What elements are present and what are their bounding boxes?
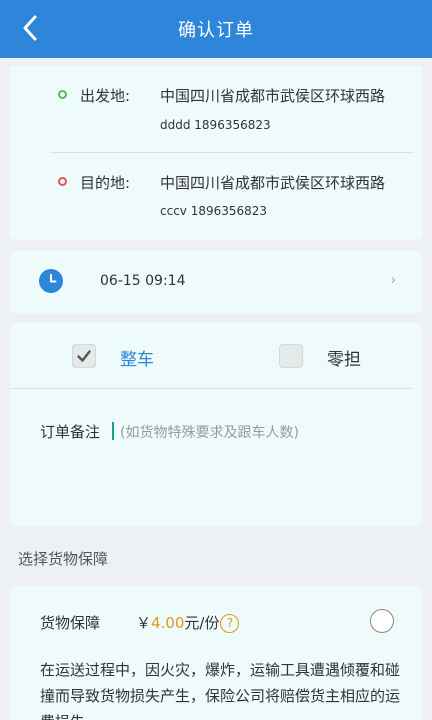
insurance-unit: 元/份 <box>184 614 220 632</box>
pickup-time: 06-15 09:14 <box>100 273 186 289</box>
remark-input[interactable]: (如货物特殊要求及跟车人数) <box>120 422 299 442</box>
destination-contact: cccv 1896356823 <box>160 204 268 218</box>
order-options-card: 整车 零担 订单备注 (如货物特殊要求及跟车人数) <box>10 323 422 527</box>
insurance-radio[interactable] <box>370 609 394 633</box>
insurance-section-title: 选择货物保障 <box>18 550 109 568</box>
full-truck-checkbox[interactable] <box>72 344 96 368</box>
remark-label: 订单备注 <box>40 423 101 441</box>
title-bar: 确认订单 <box>0 0 432 58</box>
destination-address: 中国四川省成都市武侯区环球西路 <box>160 174 386 192</box>
destination-label: 目的地: <box>80 174 131 192</box>
clock-icon <box>39 269 63 293</box>
page-title: 确认订单 <box>178 20 254 41</box>
back-button[interactable] <box>14 12 46 44</box>
origin-contact: dddd 1896356823 <box>160 118 271 132</box>
origin-dot-icon <box>58 90 67 99</box>
address-divider <box>50 152 414 153</box>
chevron-left-icon <box>23 15 37 41</box>
origin-address: 中国四川省成都市武侯区环球西路 <box>160 87 386 105</box>
currency-symbol: ￥ <box>136 614 152 632</box>
insurance-card: 货物保障 ￥4.00元/份? 在运送过程中，因火灾，爆炸，运输工具遭遇倾覆和碰撞… <box>10 585 422 720</box>
full-truck-label[interactable]: 整车 <box>120 345 154 370</box>
check-icon <box>77 350 91 362</box>
insurance-description: 在运送过程中，因火灾，爆炸，运输工具遭遇倾覆和碰撞而导致货物损失产生，保险公司将… <box>40 661 401 720</box>
address-card: 出发地: 中国四川省成都市武侯区环球西路 dddd 1896356823 目的地… <box>10 66 422 240</box>
insurance-label: 货物保障 <box>40 614 101 632</box>
options-divider <box>10 388 412 389</box>
insurance-amount: 4.00 <box>151 614 185 632</box>
pickup-time-row[interactable]: 06-15 09:14 › <box>10 251 422 313</box>
chevron-right-icon: › <box>390 273 396 288</box>
less-than-truckload-label[interactable]: 零担 <box>327 345 361 370</box>
insurance-price: ￥4.00元/份? <box>136 612 240 633</box>
help-icon[interactable]: ? <box>220 614 240 633</box>
less-than-truckload-checkbox[interactable] <box>279 344 303 368</box>
destination-dot-icon <box>58 177 67 186</box>
text-cursor <box>112 422 114 440</box>
origin-label: 出发地: <box>80 87 131 105</box>
